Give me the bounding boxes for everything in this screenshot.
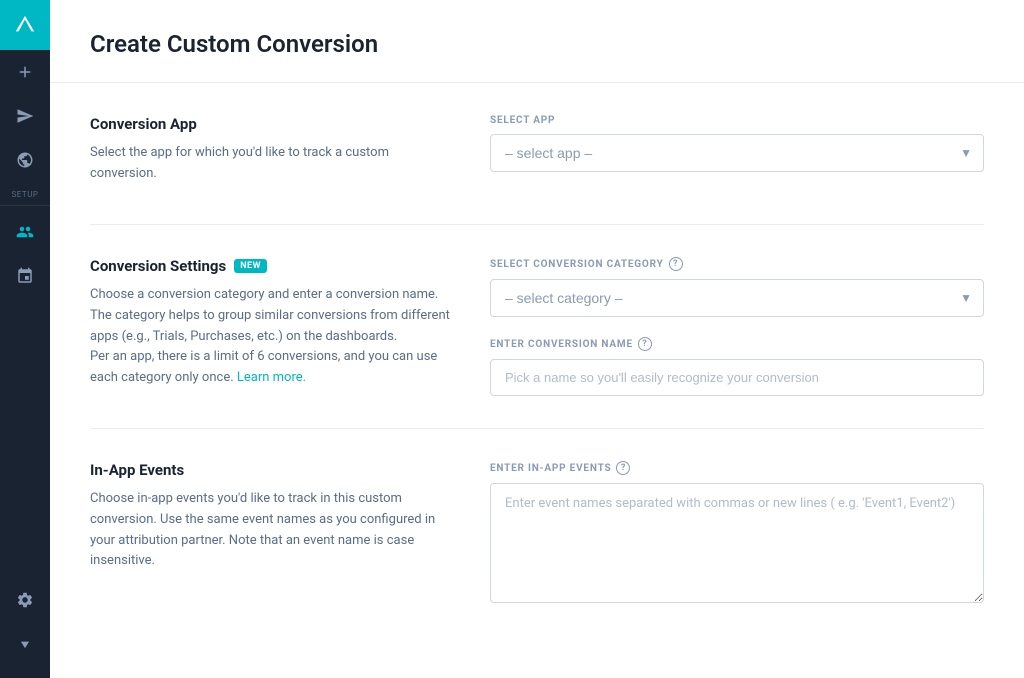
conversion-settings-title: Conversion Settings NEW	[90, 257, 450, 275]
sidebar-divider	[0, 205, 50, 206]
select-category-dropdown[interactable]: – select category –	[490, 279, 984, 317]
sidebar-item-settings[interactable]	[0, 578, 50, 622]
sidebar-item-collapse[interactable]	[0, 622, 50, 666]
conversion-app-title: Conversion App	[90, 115, 450, 133]
sidebar-logo	[0, 0, 50, 50]
conversion-app-section: Conversion App Select the app for which …	[90, 83, 984, 224]
sidebar-item-users[interactable]	[0, 210, 50, 254]
conversion-settings-desc: Choose a conversion category and enter a…	[90, 285, 450, 389]
conversion-app-left: Conversion App Select the app for which …	[90, 115, 450, 192]
select-app-label: SELECT APP	[490, 115, 984, 126]
in-app-events-textarea[interactable]	[490, 483, 984, 603]
conversion-settings-right: SELECT CONVERSION CATEGORY ? – select ca…	[490, 257, 984, 396]
sidebar-item-network[interactable]	[0, 254, 50, 298]
page-title: Create Custom Conversion	[90, 30, 984, 58]
sidebar-item-add[interactable]	[0, 50, 50, 94]
in-app-events-right: ENTER IN-APP EVENTS ?	[490, 461, 984, 607]
sidebar-item-send[interactable]	[0, 94, 50, 138]
in-app-events-section: In-App Events Choose in-app events you'd…	[90, 428, 984, 639]
logo-icon	[14, 14, 36, 36]
in-app-events-left: In-App Events Choose in-app events you'd…	[90, 461, 450, 607]
conversion-name-info-icon[interactable]: ?	[638, 337, 652, 351]
select-app-dropdown[interactable]: – select app –	[490, 134, 984, 172]
sidebar-bottom	[0, 578, 50, 678]
in-app-events-info-icon[interactable]: ?	[616, 461, 630, 475]
in-app-events-desc: Choose in-app events you'd like to track…	[90, 489, 450, 572]
conversion-app-desc: Select the app for which you'd like to t…	[90, 143, 450, 185]
new-badge: NEW	[234, 259, 267, 273]
select-category-wrapper: – select category – ▼	[490, 279, 984, 317]
main-content: Create Custom Conversion Conversion App …	[50, 0, 1024, 678]
sidebar: SETUP	[0, 0, 50, 678]
setup-label: SETUP	[12, 190, 39, 199]
conversion-app-right: SELECT APP – select app – ▼	[490, 115, 984, 192]
in-app-events-label: ENTER IN-APP EVENTS ?	[490, 461, 984, 475]
learn-more-link[interactable]: Learn more.	[237, 370, 306, 385]
conversion-name-input[interactable]	[490, 359, 984, 396]
select-app-wrapper: – select app – ▼	[490, 134, 984, 172]
sidebar-item-globe[interactable]	[0, 138, 50, 182]
category-info-icon[interactable]: ?	[669, 257, 683, 271]
conversion-settings-section: Conversion Settings NEW Choose a convers…	[90, 224, 984, 428]
select-category-label: SELECT CONVERSION CATEGORY ?	[490, 257, 984, 271]
conversion-settings-left: Conversion Settings NEW Choose a convers…	[90, 257, 450, 396]
conversion-name-label: ENTER CONVERSION NAME ?	[490, 337, 984, 351]
in-app-events-title: In-App Events	[90, 461, 450, 479]
